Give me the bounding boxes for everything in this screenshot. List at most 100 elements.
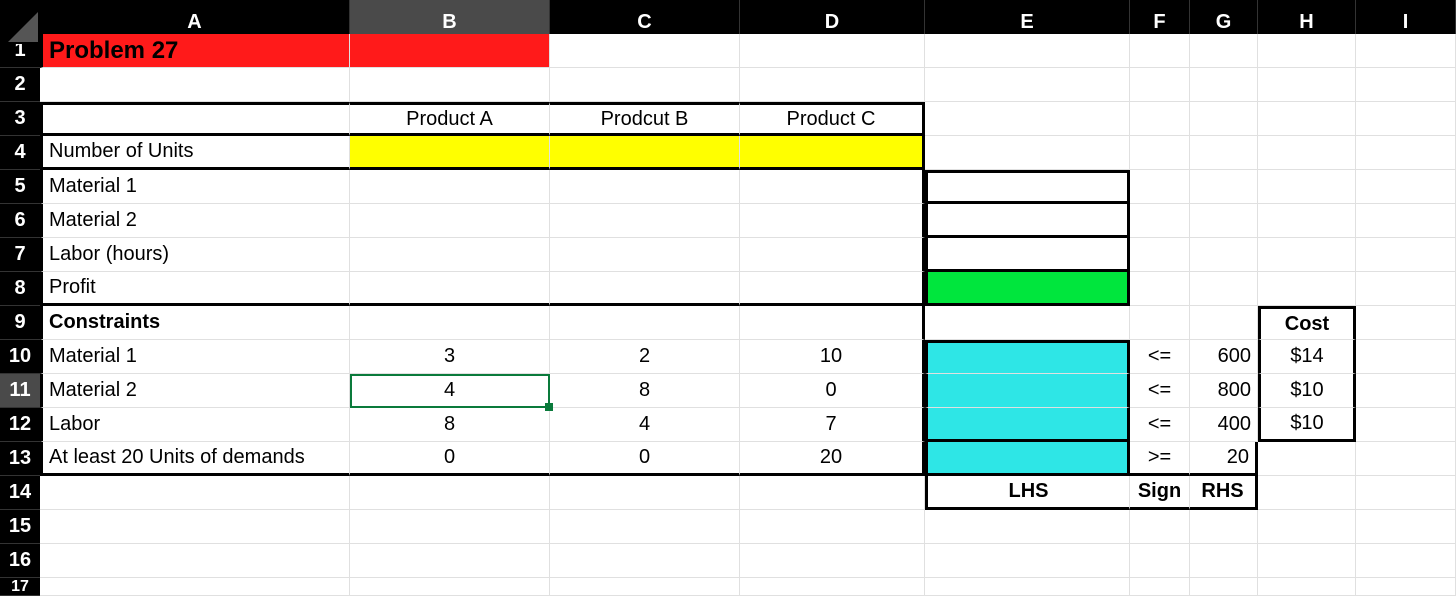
row-header-5[interactable]: 5 <box>0 170 40 204</box>
cell-F6[interactable] <box>1130 204 1190 238</box>
cell-C12[interactable]: 4 <box>550 408 740 442</box>
cell-A11[interactable]: Material 2 <box>40 374 350 408</box>
row-header-2[interactable]: 2 <box>0 68 40 102</box>
cell-H11[interactable]: $10 <box>1258 374 1356 408</box>
cell-A6[interactable]: Material 2 <box>40 204 350 238</box>
cell-D14[interactable] <box>740 476 925 510</box>
cell-H13[interactable] <box>1258 442 1356 476</box>
cell-D6[interactable] <box>740 204 925 238</box>
cell-H3[interactable] <box>1258 102 1356 136</box>
cell-A17[interactable] <box>40 578 350 596</box>
cell-F15[interactable] <box>1130 510 1190 544</box>
cell-F2[interactable] <box>1130 68 1190 102</box>
cell-I16[interactable] <box>1356 544 1456 578</box>
cell-I1[interactable] <box>1356 34 1456 68</box>
cell-I17[interactable] <box>1356 578 1456 596</box>
row-header-13[interactable]: 13 <box>0 442 40 476</box>
row-header-12[interactable]: 12 <box>0 408 40 442</box>
cell-G11[interactable]: 800 <box>1190 374 1258 408</box>
cell-F13[interactable]: >= <box>1130 442 1190 476</box>
cell-B6[interactable] <box>350 204 550 238</box>
row-header-10[interactable]: 10 <box>0 340 40 374</box>
cell-G1[interactable] <box>1190 34 1258 68</box>
cell-C5[interactable] <box>550 170 740 204</box>
cell-E12[interactable] <box>925 408 1130 442</box>
cell-F16[interactable] <box>1130 544 1190 578</box>
cell-H12[interactable]: $10 <box>1258 408 1356 442</box>
cell-I13[interactable] <box>1356 442 1456 476</box>
cell-B4[interactable] <box>350 136 550 170</box>
cell-B9[interactable] <box>350 306 550 340</box>
cell-I15[interactable] <box>1356 510 1456 544</box>
cell-F1[interactable] <box>1130 34 1190 68</box>
cell-D10[interactable]: 10 <box>740 340 925 374</box>
cell-D4[interactable] <box>740 136 925 170</box>
cell-D11[interactable]: 0 <box>740 374 925 408</box>
cell-I3[interactable] <box>1356 102 1456 136</box>
cell-H10[interactable]: $14 <box>1258 340 1356 374</box>
cell-C3[interactable]: Prodcut B <box>550 102 740 136</box>
cell-C11[interactable]: 8 <box>550 374 740 408</box>
cell-E11[interactable] <box>925 374 1130 408</box>
cell-H14[interactable] <box>1258 476 1356 510</box>
cell-D13[interactable]: 20 <box>740 442 925 476</box>
cell-E2[interactable] <box>925 68 1130 102</box>
cell-H8[interactable] <box>1258 272 1356 306</box>
cell-E17[interactable] <box>925 578 1130 596</box>
row-header-7[interactable]: 7 <box>0 238 40 272</box>
row-header-4[interactable]: 4 <box>0 136 40 170</box>
cell-B3[interactable]: Product A <box>350 102 550 136</box>
row-header-9[interactable]: 9 <box>0 306 40 340</box>
cell-D5[interactable] <box>740 170 925 204</box>
cell-H4[interactable] <box>1258 136 1356 170</box>
cell-C15[interactable] <box>550 510 740 544</box>
cell-F7[interactable] <box>1130 238 1190 272</box>
cell-C2[interactable] <box>550 68 740 102</box>
cell-G4[interactable] <box>1190 136 1258 170</box>
cell-C4[interactable] <box>550 136 740 170</box>
cell-C7[interactable] <box>550 238 740 272</box>
cell-B15[interactable] <box>350 510 550 544</box>
cell-F11[interactable]: <= <box>1130 374 1190 408</box>
cell-G9[interactable] <box>1190 306 1258 340</box>
cell-D16[interactable] <box>740 544 925 578</box>
select-all-corner[interactable] <box>0 0 40 44</box>
row-header-15[interactable]: 15 <box>0 510 40 544</box>
cell-D2[interactable] <box>740 68 925 102</box>
cell-G6[interactable] <box>1190 204 1258 238</box>
cell-B2[interactable] <box>350 68 550 102</box>
cell-D7[interactable] <box>740 238 925 272</box>
cell-B1[interactable] <box>350 34 550 68</box>
cell-D1[interactable] <box>740 34 925 68</box>
cell-I10[interactable] <box>1356 340 1456 374</box>
cell-G5[interactable] <box>1190 170 1258 204</box>
cell-H16[interactable] <box>1258 544 1356 578</box>
spreadsheet-grid[interactable]: A B C D E F G H I 1 Problem 27 2 3 Produ… <box>0 0 1456 612</box>
cell-A8[interactable]: Profit <box>40 272 350 306</box>
cell-H17[interactable] <box>1258 578 1356 596</box>
cell-E5[interactable] <box>925 170 1130 204</box>
cell-F8[interactable] <box>1130 272 1190 306</box>
cell-A2[interactable] <box>40 68 350 102</box>
cell-E13[interactable] <box>925 442 1130 476</box>
cell-E10[interactable] <box>925 340 1130 374</box>
cell-G13[interactable]: 20 <box>1190 442 1258 476</box>
cell-F4[interactable] <box>1130 136 1190 170</box>
cell-A10[interactable]: Material 1 <box>40 340 350 374</box>
row-header-14[interactable]: 14 <box>0 476 40 510</box>
cell-E6[interactable] <box>925 204 1130 238</box>
cell-I12[interactable] <box>1356 408 1456 442</box>
cell-C14[interactable] <box>550 476 740 510</box>
cell-C8[interactable] <box>550 272 740 306</box>
cell-A7[interactable]: Labor (hours) <box>40 238 350 272</box>
cell-B7[interactable] <box>350 238 550 272</box>
cell-B5[interactable] <box>350 170 550 204</box>
cell-F12[interactable]: <= <box>1130 408 1190 442</box>
cell-E15[interactable] <box>925 510 1130 544</box>
cell-B11[interactable]: 4 <box>350 374 550 408</box>
cell-C17[interactable] <box>550 578 740 596</box>
cell-C1[interactable] <box>550 34 740 68</box>
cell-E1[interactable] <box>925 34 1130 68</box>
cell-B12[interactable]: 8 <box>350 408 550 442</box>
cell-A14[interactable] <box>40 476 350 510</box>
